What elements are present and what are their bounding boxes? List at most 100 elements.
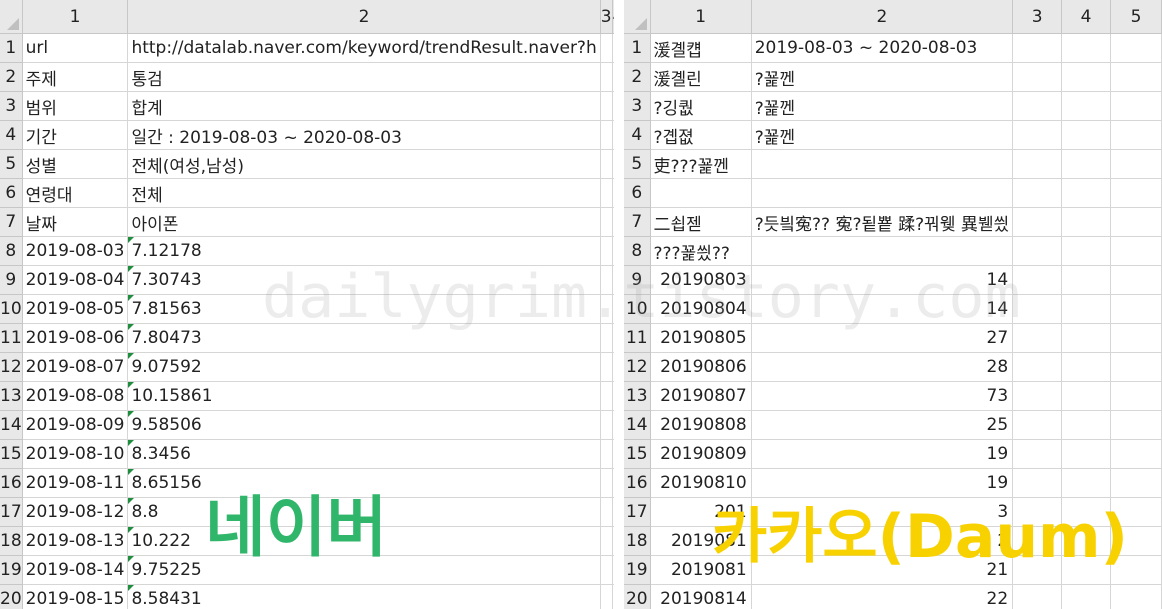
table-row[interactable]: 14 20190808 25 [624, 410, 1162, 440]
table-row[interactable]: 3 ?깅퀎 ?꾩껜 [624, 91, 1162, 121]
cell[interactable] [650, 178, 752, 208]
cell[interactable] [600, 439, 613, 469]
cell[interactable] [1012, 178, 1063, 208]
cell[interactable]: 2019-08-11 [22, 468, 129, 498]
cell[interactable] [600, 62, 613, 92]
table-row[interactable]: 7 날짜 아이폰 [0, 207, 614, 237]
row-header[interactable]: 3 [624, 91, 651, 121]
cell[interactable]: 20190808 [650, 410, 752, 440]
row-header[interactable]: 20 [624, 584, 651, 609]
cell[interactable]: 湲곌린 [650, 62, 752, 92]
cell[interactable] [1110, 62, 1162, 92]
cell[interactable]: 2019-08-05 [22, 294, 129, 324]
table-row[interactable]: 7 二쇱젣 ?듯빀寃?? 寃?됱뿉 蹂?꿔웾 異붿씠 [624, 207, 1162, 237]
cell[interactable] [1110, 207, 1162, 237]
cell[interactable]: ?듯빀寃?? 寃?됱뿉 蹂?꿔웾 異붿씠 [751, 207, 1014, 237]
row-header[interactable]: 12 [624, 352, 651, 382]
cell[interactable] [1110, 120, 1162, 150]
row-header[interactable]: 3 [0, 91, 23, 121]
cell[interactable]: 22 [751, 584, 1014, 609]
cell[interactable]: http://datalab.naver.com/keyword/trendRe… [127, 33, 601, 63]
row-header[interactable]: 5 [624, 149, 651, 179]
select-all-corner[interactable] [624, 0, 651, 34]
cell[interactable]: 2019-08-08 [22, 381, 129, 411]
cell[interactable] [1061, 178, 1112, 208]
cell[interactable] [1061, 265, 1112, 295]
row-header[interactable]: 2 [0, 62, 23, 92]
table-row[interactable]: 5 吏???꾩껜 [624, 149, 1162, 179]
cell[interactable] [1012, 91, 1063, 121]
cell[interactable] [1061, 120, 1112, 150]
cell[interactable] [1012, 33, 1063, 63]
cell[interactable] [600, 526, 613, 556]
cell[interactable]: 8.58431 [127, 584, 601, 609]
cell[interactable]: 합계 [127, 91, 601, 121]
column-header[interactable]: 3 [1012, 0, 1063, 34]
cell[interactable] [1061, 410, 1112, 440]
cell[interactable] [600, 352, 613, 382]
cell[interactable]: 전체 [127, 178, 601, 208]
cell[interactable]: 2019-08-14 [22, 555, 129, 585]
row-header[interactable]: 15 [624, 439, 651, 469]
cell[interactable] [1012, 381, 1063, 411]
cell[interactable]: 주제 [22, 62, 129, 92]
column-header[interactable]: 3 [600, 0, 613, 34]
cell[interactable] [1110, 236, 1162, 266]
cell[interactable]: 기간 [22, 120, 129, 150]
cell[interactable]: ?꾩껜 [751, 91, 1014, 121]
cell[interactable] [1061, 236, 1112, 266]
cell[interactable]: 20190809 [650, 439, 752, 469]
cell[interactable]: 9.07592 [127, 352, 601, 382]
cell[interactable]: 연령대 [22, 178, 129, 208]
select-all-corner[interactable] [0, 0, 23, 34]
column-header[interactable]: 2 [127, 0, 601, 34]
cell[interactable] [1061, 439, 1112, 469]
cell[interactable] [1110, 323, 1162, 353]
cell[interactable]: 2019-08-13 [22, 526, 129, 556]
table-row[interactable]: 1 url http://datalab.naver.com/keyword/tre… [0, 33, 614, 63]
cell[interactable] [1110, 91, 1162, 121]
table-row[interactable]: 1 湲곌컙 2019-08-03 ~ 2020-08-03 [624, 33, 1162, 63]
cell[interactable] [600, 410, 613, 440]
cell[interactable] [600, 33, 613, 63]
cell[interactable] [1061, 62, 1112, 92]
cell[interactable]: 2019-08-07 [22, 352, 129, 382]
cell[interactable]: 湲곌컙 [650, 33, 752, 63]
cell[interactable]: 일간 : 2019-08-03 ~ 2020-08-03 [127, 120, 601, 150]
row-header[interactable]: 20 [0, 584, 23, 609]
row-header[interactable]: 12 [0, 352, 23, 382]
row-header[interactable]: 4 [0, 120, 23, 150]
row-header[interactable]: 4 [624, 120, 651, 150]
row-header[interactable]: 19 [624, 555, 651, 585]
cell[interactable] [600, 555, 613, 585]
row-header[interactable]: 14 [0, 410, 23, 440]
cell[interactable] [1012, 149, 1063, 179]
cell[interactable]: 吏???꾩껜 [650, 149, 752, 179]
row-header[interactable]: 18 [624, 526, 651, 556]
cell[interactable] [1061, 33, 1112, 63]
cell[interactable] [1110, 33, 1162, 63]
cell[interactable] [1110, 584, 1162, 609]
cell[interactable] [1110, 149, 1162, 179]
cell[interactable] [1061, 381, 1112, 411]
cell[interactable] [1110, 294, 1162, 324]
cell[interactable]: 19 [751, 439, 1014, 469]
cell[interactable] [1110, 439, 1162, 469]
cell[interactable] [1061, 91, 1112, 121]
cell[interactable] [751, 178, 1014, 208]
cell[interactable]: 통검 [127, 62, 601, 92]
cell[interactable] [1110, 410, 1162, 440]
row-header[interactable]: 9 [0, 265, 23, 295]
row-header[interactable]: 19 [0, 555, 23, 585]
cell[interactable]: 73 [751, 381, 1014, 411]
cell[interactable] [1012, 410, 1063, 440]
cell[interactable] [1061, 294, 1112, 324]
row-header[interactable]: 18 [0, 526, 23, 556]
cell[interactable]: ?꾩껜 [751, 62, 1014, 92]
cell[interactable]: 2019-08-03 [22, 236, 129, 266]
column-header[interactable]: 1 [650, 0, 752, 34]
cell[interactable] [1110, 265, 1162, 295]
cell[interactable]: 20190806 [650, 352, 752, 382]
column-header[interactable]: 5 [1110, 0, 1162, 34]
cell[interactable] [1061, 584, 1112, 609]
